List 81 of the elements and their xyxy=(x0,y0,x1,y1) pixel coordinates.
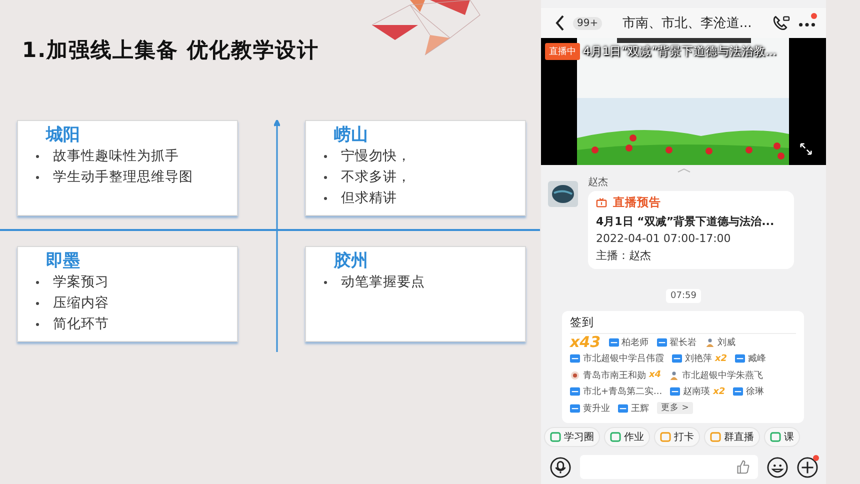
checkin-title: 签到 xyxy=(570,315,796,334)
tag-icon xyxy=(618,404,628,413)
bullet-text: 但求精讲 xyxy=(341,189,397,208)
slide-title: 1.加强线上集备 优化教学设计 xyxy=(22,37,320,64)
region-name: 崂山 xyxy=(334,124,369,146)
live-badge: 直播中 xyxy=(545,43,580,60)
back-icon[interactable] xyxy=(555,15,565,31)
attendee-name: 刘威 xyxy=(718,336,736,349)
unread-badge: 99+ xyxy=(573,16,602,30)
bullet-icon xyxy=(324,176,327,179)
microphone-icon[interactable] xyxy=(550,456,571,478)
fullscreen-icon[interactable] xyxy=(800,143,812,155)
tag-icon xyxy=(733,387,744,396)
attendee-name: 柏老师 xyxy=(622,336,649,349)
bullet-icon xyxy=(36,155,39,158)
emoji-icon[interactable] xyxy=(767,456,788,478)
live-notice-card[interactable]: 直播预告 4月1日 “双减”背景下道德与法治... 2022-04-01 07:00-17:00 主播：赵杰 xyxy=(588,191,794,269)
attendee-name: 臧峰 xyxy=(748,352,766,366)
toolbar-chip[interactable]: 打卡 xyxy=(654,427,700,447)
toolbar-chip[interactable]: 作业 xyxy=(604,427,650,447)
toolbar-chip[interactable]: 学习圈 xyxy=(544,427,600,447)
checkin-multiplier: x2 xyxy=(713,386,726,397)
avatar xyxy=(548,181,578,207)
bullet-text: 学生动手整理思维导图 xyxy=(53,168,193,187)
region-name: 胶州 xyxy=(334,250,369,272)
phone-icon[interactable] xyxy=(772,15,790,31)
chat-title: 市南、市北、李沧道... xyxy=(621,15,753,32)
attendee-name: 市北+青岛第二实... xyxy=(583,386,662,398)
bullet-icon xyxy=(36,323,39,326)
tag-icon xyxy=(570,354,580,364)
figure-icon xyxy=(704,338,715,347)
attendee-name: 翟长岩 xyxy=(670,336,697,349)
toolbar-chip[interactable]: 课 xyxy=(764,427,800,447)
bullet-text: 故事性趣味性为抓手 xyxy=(53,147,179,166)
message-input[interactable] xyxy=(580,455,758,479)
timestamp: 07:59 xyxy=(666,289,702,303)
bullet-text: 动笔掌握要点 xyxy=(341,273,425,292)
tag-icon xyxy=(570,387,580,396)
bullet-text: 不求多讲， xyxy=(341,168,411,187)
attendee-name: 刘艳萍 xyxy=(685,352,712,366)
thumbs-up-icon[interactable] xyxy=(736,460,750,474)
plus-icon[interactable] xyxy=(797,456,818,478)
tag-icon xyxy=(608,338,619,347)
bullet-icon xyxy=(324,155,327,158)
more-button[interactable]: 更多 > xyxy=(657,402,693,414)
region-name: 城阳 xyxy=(46,124,81,146)
emblem-icon xyxy=(570,370,580,380)
figure-icon xyxy=(669,370,680,380)
tag-icon xyxy=(672,354,682,364)
attendee-name: 市北超银中学吕伟霞 xyxy=(583,352,664,366)
tag-icon xyxy=(656,338,667,347)
tag-icon xyxy=(570,404,580,413)
attendee-name: 王辉 xyxy=(631,402,649,415)
notice-host: 主播：赵杰 xyxy=(596,248,652,263)
notice-title: 4月1日 “双减”背景下道德与法治... xyxy=(596,214,776,229)
attendee-name: 青岛市南王和勋 xyxy=(583,370,646,382)
tag-icon xyxy=(735,354,746,364)
tv-icon xyxy=(596,198,607,208)
bullet-text: 宁慢勿快， xyxy=(341,147,411,166)
video-title: 4月1日“双减”背景下道德与法治教... xyxy=(583,44,777,59)
bullet-icon xyxy=(324,281,327,284)
bullet-text: 压缩内容 xyxy=(53,294,109,313)
bullet-icon xyxy=(36,302,39,305)
toolbar-chip[interactable]: 群直播 xyxy=(704,427,760,447)
bullet-icon xyxy=(36,281,39,284)
checkin-count: x43 xyxy=(570,333,601,352)
sender-name: 赵杰 xyxy=(588,176,609,189)
bullet-icon xyxy=(324,197,327,200)
bullet-text: 学案预习 xyxy=(53,273,109,292)
attendee-name: 赵南瑛 xyxy=(683,386,710,398)
attendee-name: 市北超银中学朱燕飞 xyxy=(682,370,764,382)
bullet-icon xyxy=(36,176,39,179)
attendee-name: 黄升业 xyxy=(583,402,610,415)
region-name: 即墨 xyxy=(46,250,81,272)
checkin-multiplier: x2 xyxy=(715,354,728,364)
notice-label: 直播预告 xyxy=(613,195,661,210)
checkin-multiplier: x4 xyxy=(649,370,662,380)
bullet-text: 简化环节 xyxy=(53,315,109,334)
notice-time: 2022-04-01 07:00-17:00 xyxy=(596,232,732,245)
attendee-name: 徐琳 xyxy=(746,386,764,398)
tag-icon xyxy=(670,387,680,396)
